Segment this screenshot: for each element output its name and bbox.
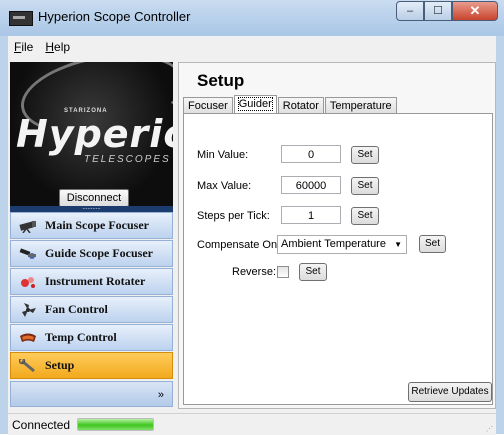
- minimize-button[interactable]: –: [396, 1, 424, 21]
- set-reverse-button[interactable]: Set: [299, 263, 327, 281]
- set-compensate-button[interactable]: Set: [419, 235, 446, 253]
- set-min-button[interactable]: Set: [351, 146, 379, 164]
- wrench-icon: [19, 358, 35, 372]
- compensate-on-select[interactable]: Ambient Temperature ▼: [277, 235, 407, 254]
- guide-scope-icon: [19, 247, 36, 259]
- steps-per-tick-label: Steps per Tick:: [197, 210, 270, 222]
- logo-brand-sub: TELESCOPES: [84, 154, 171, 165]
- fan-icon: [22, 302, 36, 317]
- menu-help[interactable]: Help: [39, 40, 76, 54]
- connection-status: Connected: [12, 418, 71, 432]
- tab-guider[interactable]: Guider: [233, 95, 277, 114]
- sidebar-item-setup[interactable]: Setup: [10, 352, 173, 379]
- rotator-icon: [21, 276, 35, 288]
- disconnect-button[interactable]: Disconnect: [59, 189, 129, 206]
- sidebar-item-temp-control[interactable]: Temp Control: [10, 324, 173, 351]
- app-icon: [9, 11, 33, 26]
- sidebar-item-main-scope-focuser[interactable]: Main Scope Focuser: [10, 212, 173, 239]
- setup-tabs: Focuser Guider Rotator Temperature: [183, 95, 398, 114]
- sidebar-item-instrument-rotater[interactable]: Instrument Rotater: [10, 268, 173, 295]
- max-value-label: Max Value:: [197, 180, 252, 192]
- sidebar-item-label: Temp Control: [45, 330, 117, 344]
- maximize-button[interactable]: ☐: [424, 1, 452, 21]
- tab-rotator[interactable]: Rotator: [277, 97, 324, 114]
- tab-label: Temperature: [329, 100, 392, 112]
- sidebar-item-label: Main Scope Focuser: [45, 218, 149, 232]
- window-controls: – ☐ ✕: [396, 1, 498, 21]
- logo-brand-big: Hyperion: [16, 112, 173, 156]
- hyperion-logo: STARIZONA Hyperion TELESCOPES Disconnect: [10, 62, 173, 206]
- window-title: Hyperion Scope Controller: [38, 9, 191, 24]
- set-max-button[interactable]: Set: [351, 177, 379, 195]
- guider-tab-panel: Min Value: 0 Set Max Value: 60000 Set St…: [183, 113, 493, 405]
- min-value-input[interactable]: 0: [281, 145, 341, 163]
- sidebar-item-label: Setup: [45, 358, 75, 372]
- max-value-input[interactable]: 60000: [281, 176, 341, 194]
- menu-help-accel: H: [45, 40, 55, 54]
- telescope-icon: [19, 220, 36, 233]
- close-button[interactable]: ✕: [452, 1, 498, 21]
- chevron-double-down-icon: »: [157, 389, 164, 401]
- reverse-label: Reverse:: [232, 266, 277, 278]
- status-bar: Connected ⋰: [8, 413, 496, 435]
- sidebar: STARIZONA Hyperion TELESCOPES Disconnect…: [8, 58, 174, 413]
- client-area: STARIZONA Hyperion TELESCOPES Disconnect…: [8, 58, 496, 413]
- compensate-on-label: Compensate On:: [197, 239, 281, 251]
- sidebar-item-label: Guide Scope Focuser: [45, 246, 153, 260]
- sidebar-item-label: Fan Control: [45, 302, 108, 316]
- dropdown-arrow-icon: ▼: [394, 240, 402, 249]
- min-value-label: Min Value:: [197, 149, 249, 161]
- reverse-checkbox[interactable]: [277, 266, 289, 278]
- set-steps-button[interactable]: Set: [351, 207, 379, 225]
- tab-focuser[interactable]: Focuser: [183, 97, 233, 114]
- tab-label: Guider: [237, 97, 273, 111]
- menu-file[interactable]: File: [8, 40, 39, 54]
- menu-bar: File Help: [8, 36, 496, 58]
- progress-fill: [78, 419, 153, 430]
- app-window: Hyperion Scope Controller – ☐ ✕ File Hel…: [0, 0, 504, 435]
- tab-temperature[interactable]: Temperature: [324, 97, 397, 114]
- connection-progress-bar: [77, 418, 154, 431]
- compensate-on-value: Ambient Temperature: [281, 238, 386, 250]
- main-panel: Setup Focuser Guider Rotator Temperature…: [178, 62, 496, 409]
- sidebar-item-label: Instrument Rotater: [45, 274, 146, 288]
- menu-help-label: elp: [54, 40, 71, 54]
- resize-grip-icon[interactable]: ⋰: [486, 425, 493, 433]
- nav-panel: Main Scope Focuser Guide Scope Focuser I…: [10, 212, 173, 380]
- menu-file-label: ile: [21, 40, 34, 54]
- retrieve-updates-button[interactable]: Retrieve Updates: [408, 382, 492, 402]
- nav-more-button[interactable]: »: [10, 381, 173, 407]
- tab-label: Rotator: [282, 100, 319, 112]
- title-bar[interactable]: Hyperion Scope Controller – ☐ ✕: [0, 0, 504, 36]
- sidebar-item-fan-control[interactable]: Fan Control: [10, 296, 173, 323]
- thermometer-icon: [20, 333, 36, 342]
- steps-per-tick-input[interactable]: 1: [281, 206, 341, 224]
- page-title: Setup: [197, 71, 245, 90]
- tab-label: Focuser: [188, 100, 228, 112]
- sidebar-item-guide-scope-focuser[interactable]: Guide Scope Focuser: [10, 240, 173, 267]
